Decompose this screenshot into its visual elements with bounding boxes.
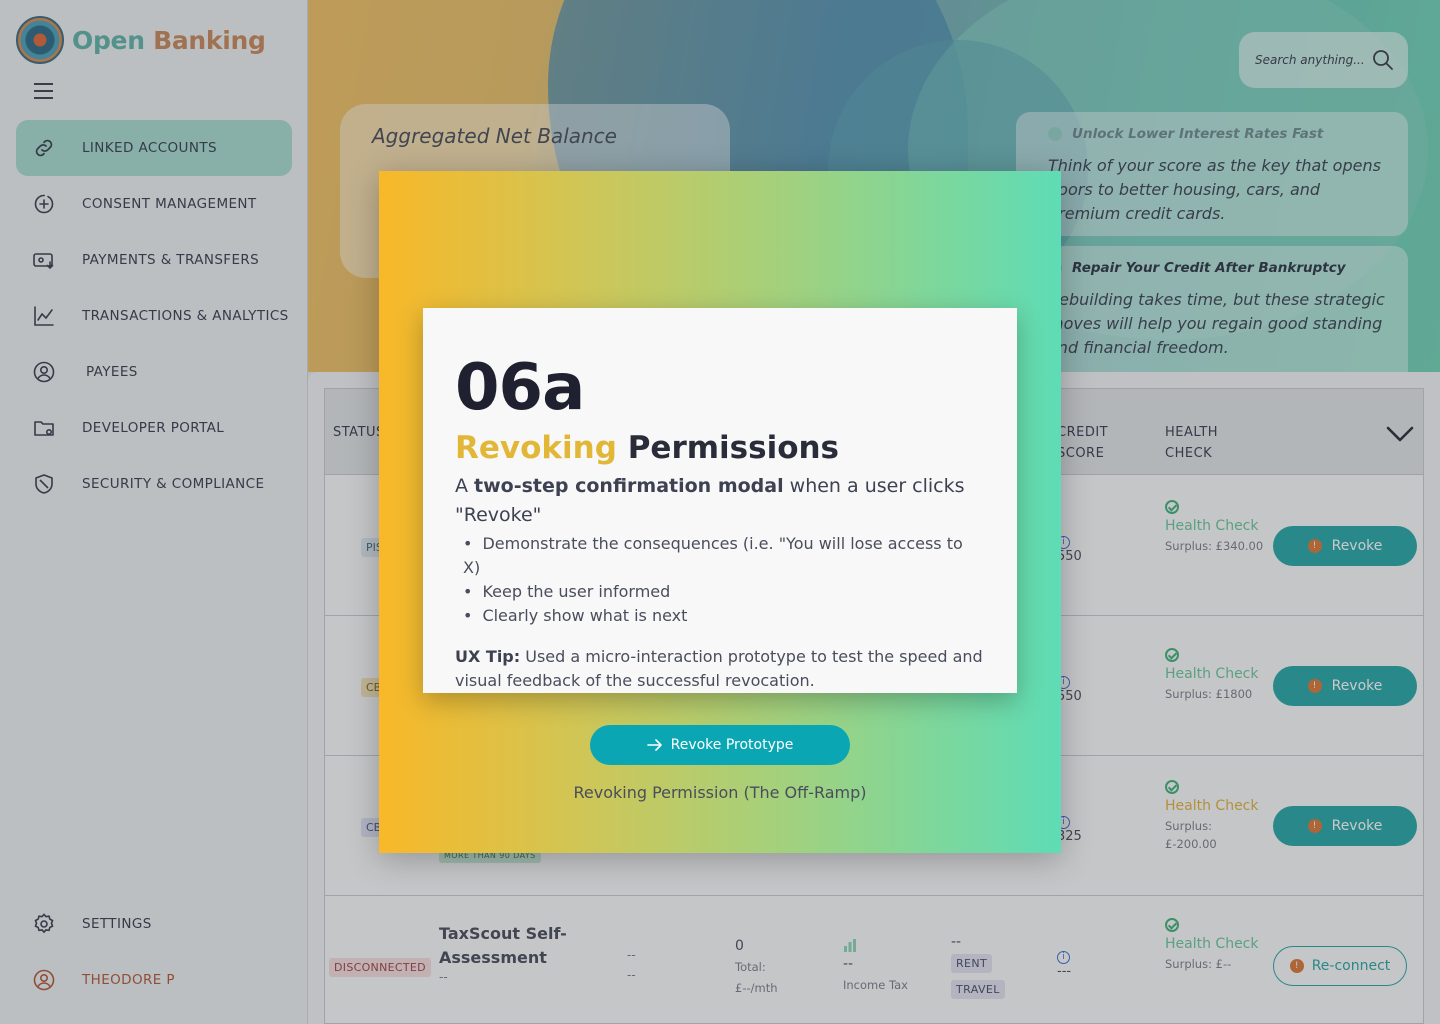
- desc-bold: two-step confirmation modal: [474, 475, 784, 497]
- modal-card: 06a Revoking Permissions A two-step conf…: [423, 308, 1017, 693]
- revoke-prototype-button[interactable]: Revoke Prototype: [590, 725, 850, 765]
- list-item: Keep the user informed: [463, 580, 985, 604]
- arrow-right-icon: [646, 739, 662, 751]
- modal-title: Revoking Permissions: [455, 428, 985, 468]
- revoke-prototype-label: Revoke Prototype: [670, 737, 794, 753]
- modal-title-rest: Permissions: [627, 430, 840, 466]
- case-study-modal: 06a Revoking Permissions A two-step conf…: [379, 171, 1061, 853]
- modal-title-accent: Revoking: [455, 430, 617, 466]
- ux-tip: UX Tip: Used a micro-interaction prototy…: [455, 645, 985, 693]
- desc-prefix: A: [455, 475, 468, 497]
- ux-tip-label: UX Tip:: [455, 647, 521, 666]
- ux-tip-text: Used a micro-interaction prototype to te…: [455, 647, 983, 690]
- prototype-caption: Revoking Permission (The Off-Ramp): [573, 783, 867, 802]
- modal-description: A two-step confirmation modal when a use…: [455, 472, 985, 530]
- list-item: Demonstrate the consequences (i.e. "You …: [463, 532, 985, 580]
- list-item: Clearly show what is next: [463, 604, 985, 628]
- consequence-list: Demonstrate the consequences (i.e. "You …: [455, 532, 985, 628]
- section-number: 06a: [455, 351, 585, 425]
